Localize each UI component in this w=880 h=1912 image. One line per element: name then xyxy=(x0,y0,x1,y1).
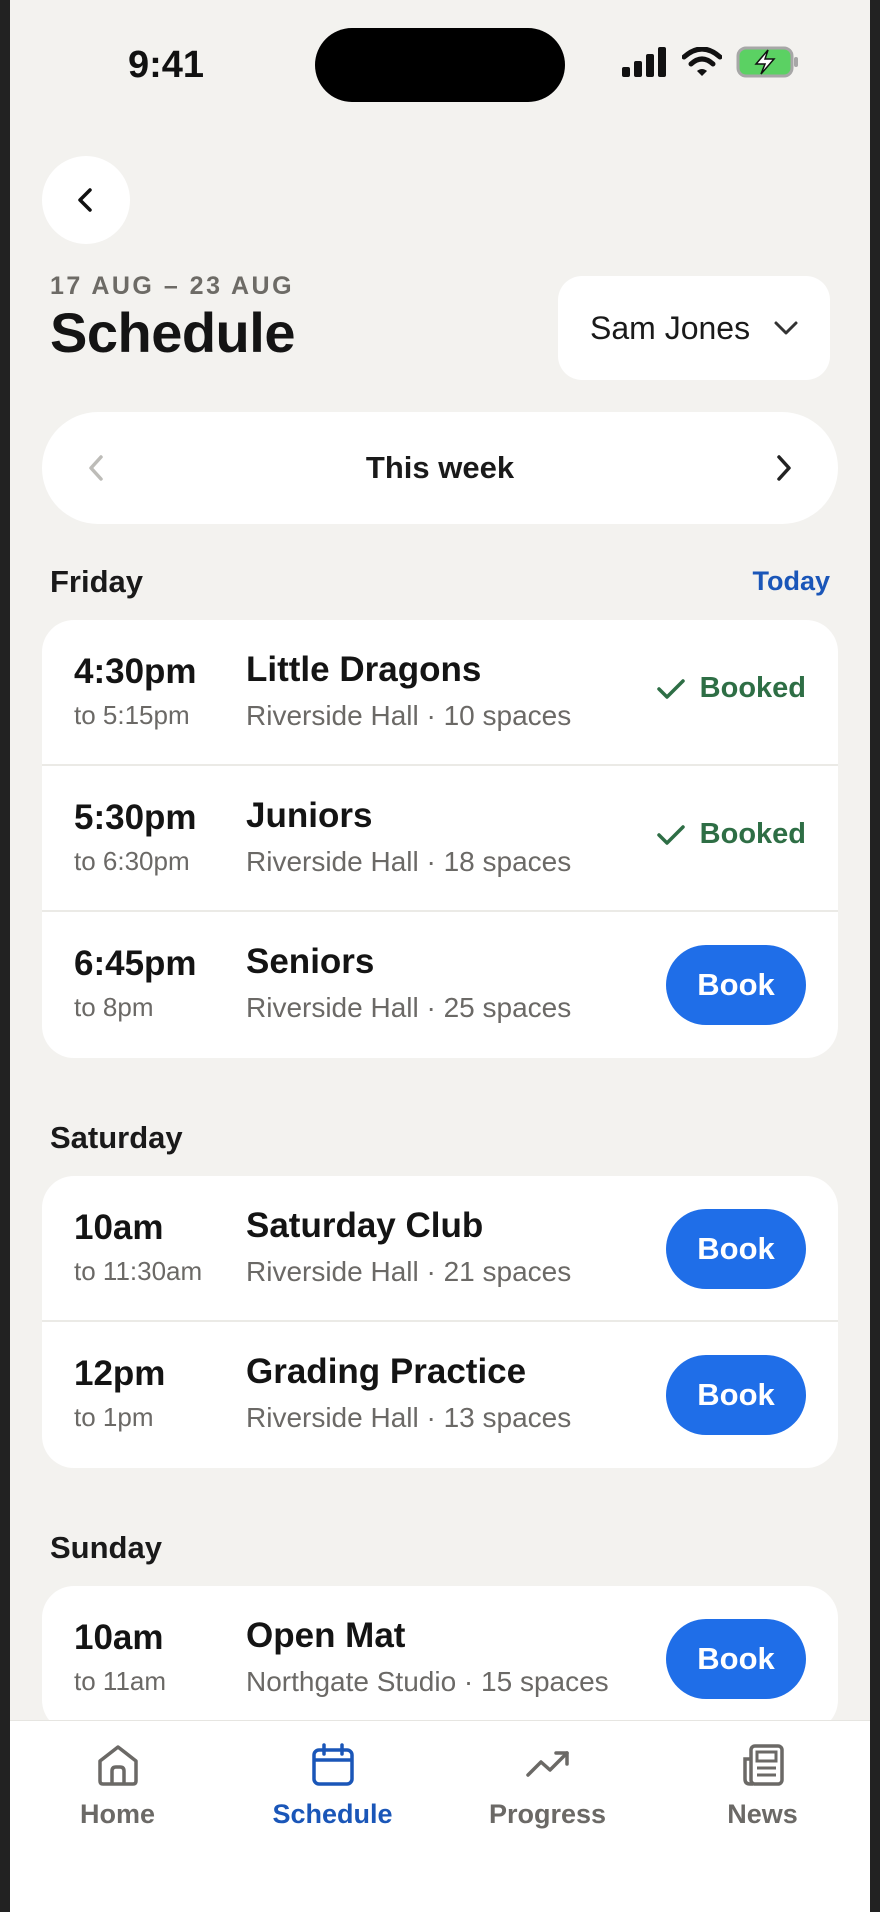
status-bar: 9:41 xyxy=(10,0,870,130)
wifi-icon xyxy=(682,47,722,76)
class-row: 10am to 11am Open Mat Northgate Studio ·… xyxy=(42,1586,838,1732)
class-name: Little Dragons xyxy=(246,650,482,689)
class-start-time: 12pm xyxy=(74,1354,166,1393)
class-start-time: 6:45pm xyxy=(74,944,197,983)
home-icon xyxy=(97,1745,138,1786)
class-start-time: 10am xyxy=(74,1208,164,1247)
status-time: 9:41 xyxy=(128,44,205,86)
class-row: 10am to 11:30am Saturday Club Riverside … xyxy=(42,1176,838,1322)
day-header-sunday: Sunday xyxy=(50,1530,162,1565)
date-range: 17 AUG – 23 AUG xyxy=(50,272,295,300)
tab-home[interactable]: Home xyxy=(10,1721,225,1912)
tab-label: Schedule xyxy=(272,1799,393,1829)
check-icon xyxy=(656,824,685,845)
battery-charging-icon xyxy=(736,46,798,78)
booked-label: Booked xyxy=(699,818,806,850)
book-button[interactable]: Book xyxy=(666,1209,806,1289)
class-end-time: to 1pm xyxy=(74,1402,154,1432)
tab-news[interactable]: News xyxy=(655,1721,870,1912)
tab-label: News xyxy=(727,1799,798,1829)
day-header-saturday: Saturday xyxy=(50,1120,183,1155)
class-name: Open Mat xyxy=(246,1616,406,1655)
tab-label: Home xyxy=(79,1799,155,1829)
page-title: Schedule xyxy=(50,301,295,364)
today-link[interactable]: Today xyxy=(752,566,830,597)
cellular-signal-icon xyxy=(622,47,666,77)
booked-status: Booked xyxy=(656,818,806,851)
class-end-time: to 8pm xyxy=(74,992,154,1022)
booked-status: Booked xyxy=(656,672,806,705)
class-name: Saturday Club xyxy=(246,1206,484,1245)
class-end-time: to 5:15pm xyxy=(74,700,190,730)
day-card-saturday: 10am to 11:30am Saturday Club Riverside … xyxy=(42,1176,838,1468)
class-meta: Riverside Hall · 21 spaces xyxy=(246,1256,572,1287)
tab-label: Progress xyxy=(488,1799,607,1829)
class-end-time: to 11:30am xyxy=(74,1256,203,1286)
back-button[interactable] xyxy=(42,156,130,244)
calendar-icon xyxy=(311,1743,354,1786)
previous-week-icon[interactable] xyxy=(84,453,108,483)
status-icons xyxy=(622,46,800,78)
class-meta: Riverside Hall · 18 spaces xyxy=(246,846,572,877)
tab-schedule[interactable]: Schedule xyxy=(225,1721,440,1912)
dynamic-island xyxy=(315,28,565,102)
trend-up-icon xyxy=(525,1751,569,1777)
class-row: 6:45pm to 8pm Seniors Riverside Hall · 2… xyxy=(42,912,838,1058)
newspaper-icon xyxy=(742,1744,784,1786)
booked-label: Booked xyxy=(699,672,806,704)
user-name: Sam Jones xyxy=(590,309,751,346)
day-header-friday: Friday xyxy=(50,564,144,599)
class-end-time: to 11am xyxy=(74,1666,167,1696)
chevron-left-icon xyxy=(78,188,92,212)
class-row[interactable]: 5:30pm to 6:30pm Juniors Riverside Hall … xyxy=(42,766,838,912)
class-name: Seniors xyxy=(246,942,375,981)
day-card-sunday: 10am to 11am Open Mat Northgate Studio ·… xyxy=(42,1586,838,1732)
class-meta: Northgate Studio · 15 spaces xyxy=(246,1666,609,1697)
class-start-time: 10am xyxy=(74,1618,164,1657)
chevron-down-icon xyxy=(774,321,798,335)
class-start-time: 5:30pm xyxy=(74,798,197,837)
class-end-time: to 6:30pm xyxy=(74,846,190,876)
user-selector[interactable]: Sam Jones xyxy=(558,276,830,380)
week-label: This week xyxy=(365,450,515,485)
book-button[interactable]: Book xyxy=(666,1355,806,1435)
day-card-friday: 4:30pm to 5:15pm Little Dragons Riversid… xyxy=(42,620,838,1058)
class-name: Grading Practice xyxy=(246,1352,527,1391)
class-meta: Riverside Hall · 10 spaces xyxy=(246,700,572,731)
check-icon xyxy=(656,678,685,699)
book-button[interactable]: Book xyxy=(666,1619,806,1699)
class-name: Juniors xyxy=(246,796,373,835)
phone-screen: 9:41 17 AUG – 23 AUG Schedule Sam Jones … xyxy=(10,0,870,1912)
book-button[interactable]: Book xyxy=(666,945,806,1025)
week-navigator: This week xyxy=(42,412,838,524)
next-week-icon[interactable] xyxy=(772,453,796,483)
class-meta: Riverside Hall · 25 spaces xyxy=(246,992,572,1023)
class-row[interactable]: 4:30pm to 5:15pm Little Dragons Riversid… xyxy=(42,620,838,766)
tab-progress[interactable]: Progress xyxy=(440,1721,655,1912)
class-meta: Riverside Hall · 13 spaces xyxy=(246,1402,572,1433)
class-row: 12pm to 1pm Grading Practice Riverside H… xyxy=(42,1322,838,1468)
class-start-time: 4:30pm xyxy=(74,652,197,691)
tab-bar: Home Schedule Progress News xyxy=(10,1720,870,1912)
